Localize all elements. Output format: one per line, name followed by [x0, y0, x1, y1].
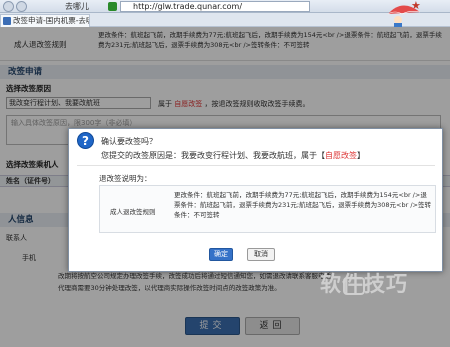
qunar-shortcut[interactable]: 去哪儿	[65, 1, 89, 12]
dialog-rule-text: 更改条件：航班起飞前，改期手续费为77元;航班起飞后，改期手续费为154元<br…	[174, 191, 431, 219]
tab-qunar-change[interactable]: 改签申请-国内机票-去哪儿	[0, 14, 90, 27]
watermark-text: 软件技巧	[320, 272, 408, 296]
dialog-reason-suffix: 】	[357, 151, 365, 160]
tab-label: 改签申请-国内机票-去哪儿	[13, 16, 89, 25]
dialog-reason: 您提交的改签原因是：我要改变行程计划、我要改航班，属于【自愿改签】	[101, 150, 365, 161]
back-nav-icon[interactable]	[3, 1, 14, 12]
dialog-title: 确认要改签吗？	[101, 137, 157, 146]
dialog-reason-prefix: 您提交的改签原因是：我要改变行程计划、我要改航班，属于【	[101, 151, 325, 160]
url-input[interactable]: http://glw.trade.qunar.com/	[120, 1, 310, 12]
tab-favicon-icon	[3, 17, 11, 25]
forward-nav-icon[interactable]	[16, 1, 27, 12]
dialog-rule-box: 成人退改签规则 更改条件：航班起飞前，改期手续费为77元;航班起飞后，改期手续费…	[99, 185, 436, 233]
dialog-explain-label: 退改签说明为：	[99, 174, 152, 183]
umbrella-figure-icon	[387, 5, 421, 30]
question-icon: ?	[77, 132, 94, 149]
confirm-button[interactable]: 确定	[209, 248, 233, 261]
cancel-button[interactable]: 取消	[247, 248, 275, 261]
site-icon	[108, 2, 117, 11]
dialog-rule-label: 成人退改签规则	[110, 208, 156, 216]
confirm-change-dialog: ? 确认要改签吗？ 您提交的改签原因是：我要改变行程计划、我要改航班，属于【自愿…	[68, 128, 443, 272]
dialog-divider	[77, 165, 435, 166]
dialog-reason-tag: 自愿改签	[325, 151, 357, 160]
